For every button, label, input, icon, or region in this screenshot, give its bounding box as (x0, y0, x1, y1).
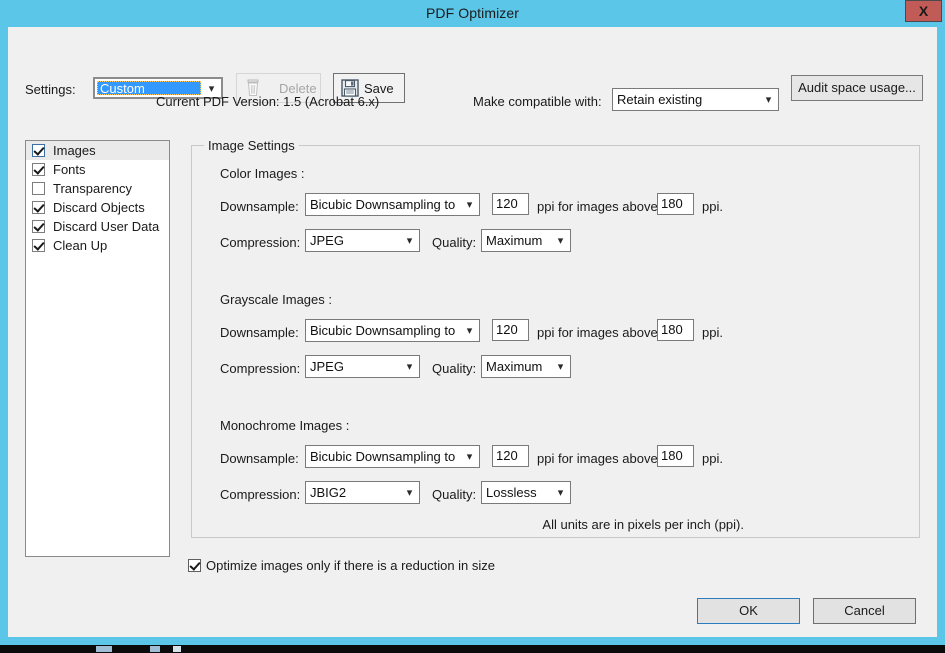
color-quality-dropdown[interactable]: Maximum ▾ (481, 229, 571, 252)
grayscale-quality-value: Maximum (486, 356, 550, 377)
checkbox-icon[interactable] (32, 201, 45, 214)
color-threshold-ppi-input[interactable]: 180 (657, 193, 694, 215)
quality-label: Quality: (432, 487, 476, 502)
sidebar-item-label: Discard Objects (53, 200, 145, 215)
ppi-above-label: ppi for images above (537, 325, 658, 340)
monochrome-compression-value: JBIG2 (310, 482, 399, 503)
chevron-down-icon: ▾ (551, 356, 570, 377)
make-compatible-dropdown[interactable]: Retain existing ▾ (612, 88, 779, 111)
checkbox-icon[interactable] (32, 239, 45, 252)
sidebar-item-label: Discard User Data (53, 219, 159, 234)
taskbar-item[interactable] (150, 646, 160, 652)
compression-label: Compression: (220, 487, 300, 502)
taskbar-item[interactable] (96, 646, 112, 652)
monochrome-downsample-dropdown[interactable]: Bicubic Downsampling to ▾ (305, 445, 480, 468)
monochrome-quality-value: Lossless (486, 482, 550, 503)
monochrome-threshold-ppi-input[interactable]: 180 (657, 445, 694, 467)
downsample-label: Downsample: (220, 451, 299, 466)
quality-label: Quality: (432, 361, 476, 376)
ppi-above-label: ppi for images above (537, 199, 658, 214)
sidebar-item-label: Clean Up (53, 238, 107, 253)
compression-label: Compression: (220, 235, 300, 250)
audit-space-usage-button[interactable]: Audit space usage... (791, 75, 923, 101)
chevron-down-icon: ▾ (400, 230, 419, 251)
chevron-down-icon: ▾ (400, 356, 419, 377)
color-downsample-value: Bicubic Downsampling to (310, 194, 459, 215)
optimize-images-checkbox-row[interactable]: Optimize images only if there is a reduc… (188, 558, 495, 573)
sidebar-item-discard-objects[interactable]: Discard Objects (26, 198, 169, 217)
checkbox-icon[interactable] (32, 220, 45, 233)
chevron-down-icon: ▾ (460, 194, 479, 215)
dialog-client-area: Settings: Custom ▾ Delete (8, 27, 937, 637)
color-downsample-ppi-input[interactable]: 120 (492, 193, 529, 215)
grayscale-downsample-dropdown[interactable]: Bicubic Downsampling to ▾ (305, 319, 480, 342)
color-compression-dropdown[interactable]: JPEG ▾ (305, 229, 420, 252)
cancel-button[interactable]: Cancel (813, 598, 916, 624)
grayscale-images-title: Grayscale Images : (220, 292, 332, 307)
current-pdf-version: Current PDF Version: 1.5 (Acrobat 6.x) (156, 94, 379, 109)
chevron-down-icon: ▾ (460, 446, 479, 467)
grayscale-threshold-ppi-input[interactable]: 180 (657, 319, 694, 341)
make-compatible-label: Make compatible with: (473, 94, 602, 109)
chevron-down-icon: ▾ (460, 320, 479, 341)
ppi-label: ppi. (702, 199, 723, 214)
taskbar-item[interactable] (173, 646, 181, 652)
downsample-label: Downsample: (220, 325, 299, 340)
grayscale-quality-dropdown[interactable]: Maximum ▾ (481, 355, 571, 378)
ppi-label: ppi. (702, 451, 723, 466)
grayscale-compression-value: JPEG (310, 356, 399, 377)
settings-dropdown-value: Custom (97, 81, 201, 95)
checkbox-icon[interactable] (32, 144, 45, 157)
sidebar-item-label: Transparency (53, 181, 132, 196)
color-quality-value: Maximum (486, 230, 550, 251)
optimize-images-label: Optimize images only if there is a reduc… (206, 558, 495, 573)
checkbox-icon[interactable] (32, 163, 45, 176)
monochrome-downsample-value: Bicubic Downsampling to (310, 446, 459, 467)
downsample-label: Downsample: (220, 199, 299, 214)
color-compression-value: JPEG (310, 230, 399, 251)
sidebar-item-label: Images (53, 143, 96, 158)
taskbar[interactable] (0, 645, 945, 653)
chevron-down-icon: ▾ (551, 230, 570, 251)
ok-button[interactable]: OK (697, 598, 800, 624)
chevron-down-icon: ▾ (400, 482, 419, 503)
compression-label: Compression: (220, 361, 300, 376)
sidebar-item-label: Fonts (53, 162, 86, 177)
settings-panel-list[interactable]: Images Fonts Transparency Discard Object… (25, 140, 170, 557)
sidebar-item-images[interactable]: Images (26, 141, 169, 160)
units-note: All units are in pixels per inch (ppi). (542, 517, 744, 532)
checkbox-icon[interactable] (188, 559, 201, 572)
sidebar-item-discard-user-data[interactable]: Discard User Data (26, 217, 169, 236)
color-downsample-dropdown[interactable]: Bicubic Downsampling to ▾ (305, 193, 480, 216)
sidebar-item-fonts[interactable]: Fonts (26, 160, 169, 179)
monochrome-quality-dropdown[interactable]: Lossless ▾ (481, 481, 571, 504)
checkbox-icon[interactable] (32, 182, 45, 195)
ppi-label: ppi. (702, 325, 723, 340)
color-images-title: Color Images : (220, 166, 305, 181)
ppi-above-label: ppi for images above (537, 451, 658, 466)
grayscale-downsample-ppi-input[interactable]: 120 (492, 319, 529, 341)
chevron-down-icon: ▾ (551, 482, 570, 503)
quality-label: Quality: (432, 235, 476, 250)
settings-label: Settings: (25, 82, 76, 97)
title-bar: PDF Optimizer X (0, 0, 945, 27)
close-icon[interactable]: X (905, 0, 942, 22)
make-compatible-value: Retain existing (617, 89, 758, 110)
sidebar-item-transparency[interactable]: Transparency (26, 179, 169, 198)
monochrome-downsample-ppi-input[interactable]: 120 (492, 445, 529, 467)
image-settings-legend: Image Settings (204, 138, 299, 153)
sidebar-item-clean-up[interactable]: Clean Up (26, 236, 169, 255)
window-title: PDF Optimizer (0, 0, 945, 27)
monochrome-compression-dropdown[interactable]: JBIG2 ▾ (305, 481, 420, 504)
grayscale-compression-dropdown[interactable]: JPEG ▾ (305, 355, 420, 378)
pdf-optimizer-window: PDF Optimizer X Settings: Custom ▾ Delet… (0, 0, 945, 645)
chevron-down-icon: ▾ (759, 89, 778, 110)
monochrome-images-title: Monochrome Images : (220, 418, 349, 433)
grayscale-downsample-value: Bicubic Downsampling to (310, 320, 459, 341)
